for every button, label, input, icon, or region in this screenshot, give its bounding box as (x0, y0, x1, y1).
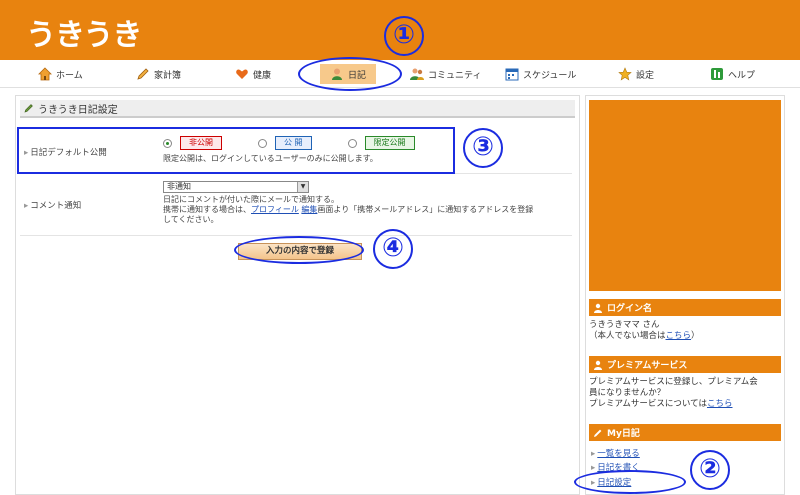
nav-label-health: 健康 (253, 70, 272, 81)
comment-notify-select[interactable]: 非通知 ▼ (163, 181, 309, 193)
premium-header: プレミアムサービス (589, 356, 781, 373)
nav-item-schedule[interactable]: スケジュール (505, 65, 576, 83)
chevron-down-icon: ▼ (297, 182, 308, 192)
mydiary-header: My日記 (589, 424, 781, 441)
mydiary-title: My日記 (607, 429, 640, 439)
annotation-ring-diary (298, 57, 402, 91)
pencil-icon (593, 428, 603, 438)
annotation-number-1: ① (384, 16, 424, 56)
comment-notify-select-value: 非通知 (167, 182, 191, 191)
not-me-link[interactable]: こちら (666, 331, 692, 341)
pencil-icon (136, 67, 150, 81)
login-info: うきうきママ さん （本人でない場合はこちら） (589, 320, 781, 342)
nav-item-settings[interactable]: 設定 (618, 65, 654, 83)
comment-notify-note-line3: してください。 (163, 215, 219, 224)
profile-link[interactable]: プロフィール (251, 205, 299, 214)
mydiary-link-list[interactable]: 一覧を見る (591, 447, 640, 459)
note2-prefix: 携帯に通知する場合は、 (163, 205, 251, 214)
ad-banner (589, 100, 781, 291)
nav-label-settings: 設定 (636, 70, 655, 81)
annotation-number-3: ③ (463, 128, 503, 168)
edit-link[interactable]: 編集 (301, 205, 317, 214)
section-title-text: うきうき日記設定 (38, 104, 118, 116)
help-book-icon (710, 67, 724, 81)
calendar-icon (505, 67, 519, 81)
nav-label-household: 家計簿 (154, 70, 182, 81)
comment-notify-note-line1: 日記にコメントが付いた際にメールで通知する。 (163, 195, 339, 204)
login-not-me: （本人でない場合はこちら） (589, 331, 781, 342)
nav-label-help: ヘルプ (728, 70, 756, 81)
login-title: ログイン名 (607, 304, 653, 314)
comment-notify-note: 日記にコメントが付いた際にメールで通知する。 携帯に通知する場合は、プロフィール… (163, 195, 563, 225)
person-icon (593, 360, 603, 370)
comment-notify-note-line2: 携帯に通知する場合は、プロフィール 編集画面より「携帯メールアドレス」に通知する… (163, 205, 563, 215)
heart-icon (235, 67, 249, 81)
premium-line3: プレミアムサービスについてはこちら (589, 399, 781, 410)
annotation-rect-default-public (17, 127, 455, 174)
person-icon (593, 303, 603, 313)
nav-label-community: コミュニティ (428, 70, 482, 81)
comment-notify-row: コメント通知 非通知 ▼ 日記にコメントが付いた際にメールで通知する。 携帯に通… (20, 176, 572, 236)
premium-title: プレミアムサービス (607, 361, 688, 371)
nav-label-schedule: スケジュール (523, 70, 577, 81)
nav-label-home: ホーム (56, 70, 83, 81)
premium-line3-prefix: プレミアムサービスについては (589, 399, 707, 409)
not-me-suffix: ） (691, 331, 700, 341)
premium-link[interactable]: こちら (707, 399, 733, 409)
nav-item-health[interactable]: 健康 (235, 65, 271, 83)
section-title: うきうき日記設定 (20, 100, 575, 118)
annotation-ring-diary-settings (574, 470, 686, 494)
annotation-ring-submit (234, 236, 364, 264)
home-icon (38, 67, 52, 81)
diary-settings-section: うきうき日記設定 (20, 100, 575, 118)
login-user: うきうきママ さん (589, 320, 660, 330)
premium-line2: 員になりませんか？ (589, 388, 666, 398)
pencil-icon (24, 103, 34, 113)
nav-item-household[interactable]: 家計簿 (136, 65, 181, 83)
annotation-number-2: ② (690, 450, 730, 490)
star-icon (618, 67, 632, 81)
nav-item-community[interactable]: コミュニティ (410, 65, 481, 83)
premium-line1: プレミアムサービスに登録し、プレミアム会 (589, 377, 758, 387)
note2-mid: 画面より「携帯メールアドレス」に通知するアドレスを登録 (317, 205, 534, 214)
annotation-number-4: ④ (373, 229, 413, 269)
not-me-prefix: （本人でない場合は (589, 331, 666, 341)
people-icon (410, 67, 424, 81)
nav-item-home[interactable]: ホーム (38, 65, 83, 83)
comment-notify-label: コメント通知 (24, 199, 81, 211)
sidebar: ログイン名 うきうきママ さん （本人でない場合はこちら） プレミアムサービス … (585, 95, 785, 495)
login-header: ログイン名 (589, 299, 781, 316)
nav-item-help[interactable]: ヘルプ (710, 65, 755, 83)
site-logo[interactable]: うきうき (26, 10, 142, 54)
premium-info: プレミアムサービスに登録し、プレミアム会 員になりませんか？ プレミアムサービス… (589, 377, 781, 410)
